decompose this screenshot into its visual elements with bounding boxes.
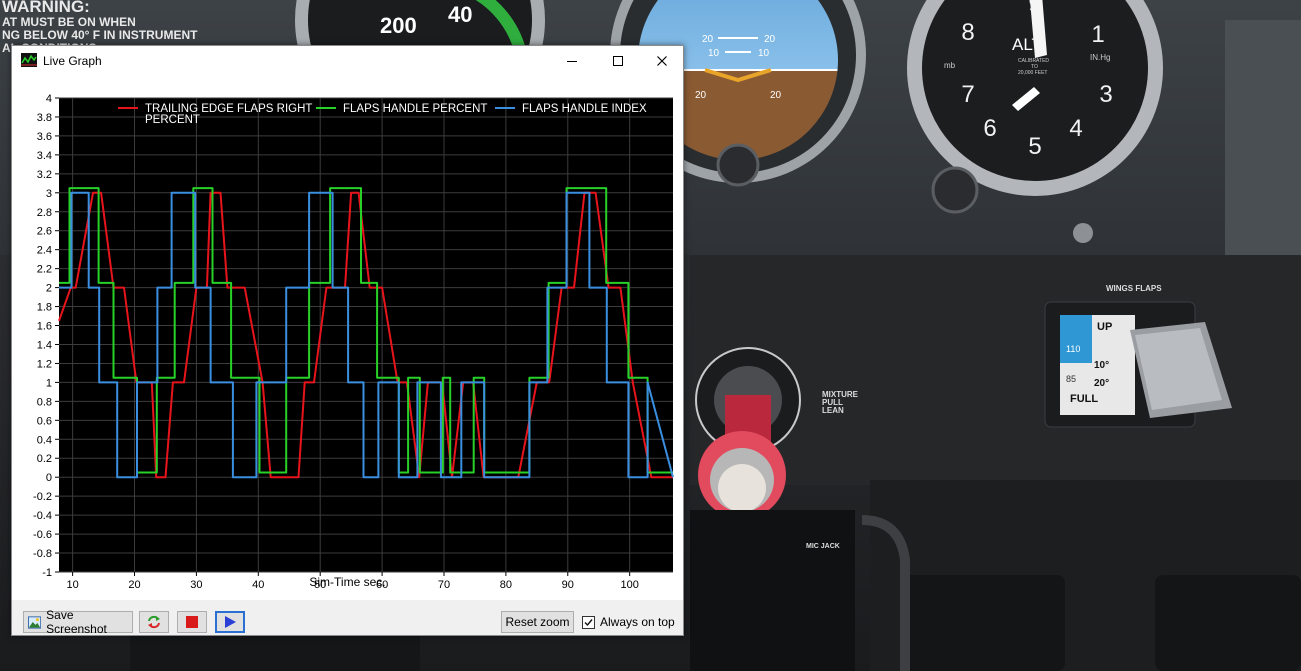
y-tick-label: -0.6 [33,529,52,541]
svg-text:20: 20 [695,90,707,101]
mic-jack-label: MIC JACK [806,543,840,550]
y-tick-label: -0.2 [33,491,52,503]
svg-text:10: 10 [708,48,720,59]
y-tick-label: 1.2 [37,358,52,370]
warning-title: WARNING: [2,0,90,16]
checkbox-box[interactable] [582,615,595,629]
picture-icon [28,615,42,629]
svg-text:mb: mb [944,61,956,70]
y-tick-label: 4 [46,93,52,105]
y-tick-label: -0.8 [33,548,52,560]
svg-text:8: 8 [961,19,974,46]
svg-text:5: 5 [1028,133,1041,160]
svg-text:FULL: FULL [1070,393,1098,405]
minimize-icon [567,61,577,62]
x-axis-label: Sim-Time sec. [309,575,386,589]
svg-text:20: 20 [770,90,782,101]
svg-text:200: 200 [380,13,417,38]
y-tick-label: 3.4 [37,150,52,162]
y-tick-label: 3 [46,188,52,200]
y-tick-label: 2 [46,283,52,295]
play-icon [225,616,236,628]
legend-label: FLAPS HANDLE PERCENT [343,103,487,115]
svg-text:7: 7 [961,81,974,108]
svg-text:4: 4 [1069,115,1082,142]
y-tick-label: 0.4 [37,434,52,446]
svg-text:85: 85 [1066,374,1076,384]
graph-app-icon [21,53,37,67]
svg-text:20,000 FEET: 20,000 FEET [1018,70,1047,76]
svg-text:IN.Hg: IN.Hg [1090,53,1110,62]
graph-area[interactable]: -1 -0.8 -0.6 -0.4 -0.2 0 0.2 0.4 0.6 0.8 1 1.2 1.4 1.… [12,76,683,600]
svg-text:UP: UP [1097,321,1112,333]
svg-text:40: 40 [448,2,472,27]
svg-text:20: 20 [702,34,714,45]
y-tick-label: 3.6 [37,131,52,143]
svg-text:6: 6 [983,115,996,142]
svg-text:110: 110 [1066,344,1080,354]
y-tick-label: 1.6 [37,321,52,333]
y-tick-label: 2.2 [37,264,52,276]
maximize-button[interactable] [595,46,641,76]
y-tick-label: 1 [46,377,52,389]
minimize-button[interactable] [549,46,595,76]
close-icon [657,56,667,66]
svg-text:20°: 20° [1094,378,1109,389]
y-tick-label: -0.4 [33,510,52,522]
maximize-icon [613,56,623,66]
y-tick-label: 0 [46,472,52,484]
y-tick-label: 3.2 [37,169,52,181]
y-tick-label: 0.6 [37,415,52,427]
y-tick-label: 1.8 [37,302,52,314]
y-tick-label: 1.4 [37,339,52,351]
svg-text:LEAN: LEAN [822,406,844,415]
play-button[interactable] [215,611,245,633]
svg-text:20: 20 [764,34,776,45]
warning-line-1: AT MUST BE ON WHEN [2,15,136,29]
svg-text:10°: 10° [1094,360,1109,371]
stop-icon [186,616,198,628]
warning-line-2: NG BELOW 40° F IN INSTRUMENT [2,28,198,42]
y-tick-label: 3.8 [37,112,52,124]
svg-text:1: 1 [1091,21,1104,48]
svg-text:3: 3 [1099,81,1112,108]
live-graph-window: Live Graph -1 -0.8 -0.6 -0.4 -0.2 0 0.2 0.4 0.6 0… [11,45,684,636]
reset-zoom-button[interactable]: Reset zoom [501,611,574,633]
legend-label: FLAPS HANDLE INDEX [522,103,647,115]
y-tick-label: 2.6 [37,226,52,238]
y-tick-label: 0.8 [37,396,52,408]
save-screenshot-button[interactable]: Save Screenshot [23,608,133,636]
legend-label: PERCENT [145,114,200,126]
live-graph-chart[interactable]: -1-0.8-0.6-0.4-0.200.20.40.60.811.21.41.… [12,76,683,600]
always-on-top-checkbox[interactable]: Always on top [582,615,675,629]
svg-text:WINGS FLAPS: WINGS FLAPS [1106,284,1162,293]
refresh-button[interactable] [139,611,169,633]
save-screenshot-label: Save Screenshot [46,608,107,636]
always-on-top-label: Always on top [600,615,675,629]
plot-background [59,98,673,572]
refresh-icon [148,615,160,629]
y-tick-label: 2.4 [37,245,52,257]
y-tick-label: 0.2 [37,453,52,465]
stop-button[interactable] [177,611,207,633]
close-button[interactable] [639,46,685,76]
svg-text:10: 10 [758,48,770,59]
checkmark-icon [584,618,593,626]
title-bar[interactable]: Live Graph [12,46,683,76]
y-tick-label: 2.8 [37,207,52,219]
window-title: Live Graph [43,54,102,68]
